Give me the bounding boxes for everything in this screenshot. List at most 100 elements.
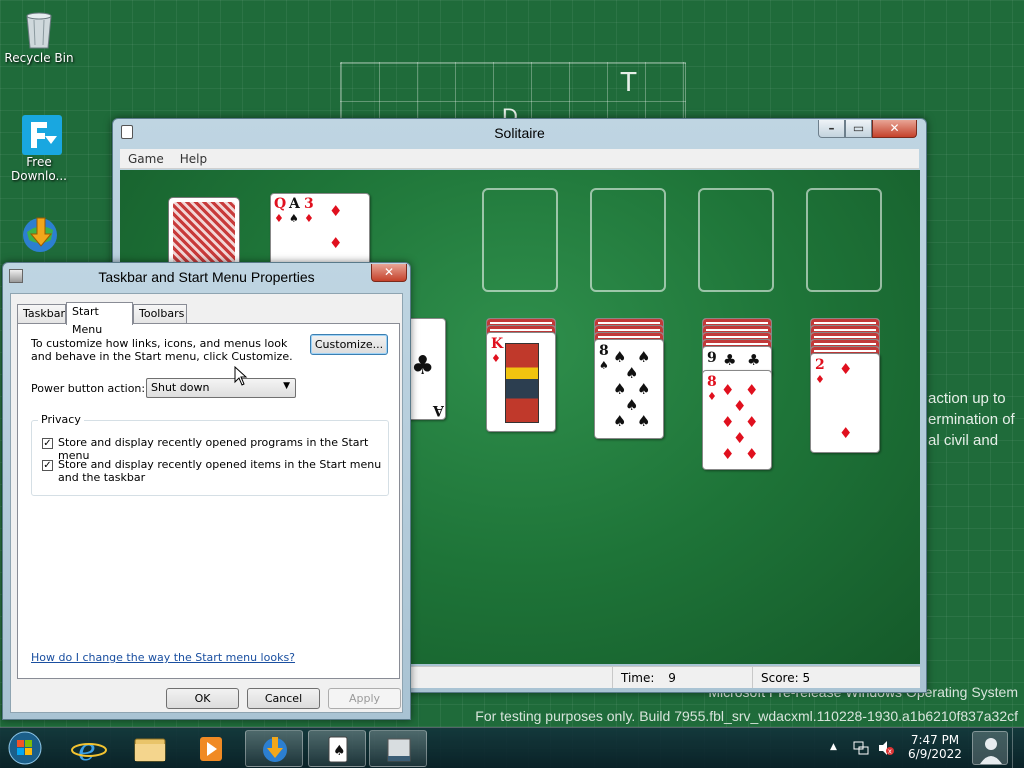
foundation-slot-2[interactable] [590, 188, 666, 292]
menu-game[interactable]: Game [120, 149, 172, 169]
ok-button[interactable]: OK [166, 688, 239, 709]
tableau-card-col3[interactable]: 8 ♠ ♠ ♠ ♠ ♠ ♠ ♠ ♠ ♠ [594, 339, 664, 439]
card-pip: ♠ [613, 412, 627, 430]
minimize-button[interactable]: – [818, 120, 845, 138]
card-pip: ♦ [329, 234, 343, 252]
clock[interactable]: 7:47 PM 6/9/2022 [904, 733, 966, 761]
taskbar-media-player[interactable] [182, 730, 240, 767]
dialog-body: Taskbar Start Menu Toolbars To customize… [10, 293, 403, 713]
card-rank: 2 [815, 357, 825, 373]
apply-button[interactable]: Apply [328, 688, 401, 709]
card-pip: ♦ [839, 424, 853, 442]
show-hidden-icons-button[interactable]: ▲ [830, 742, 837, 752]
tableau-card-col5[interactable]: 2 ♦ ♦ ♦ [810, 353, 880, 453]
cancel-button[interactable]: Cancel [247, 688, 320, 709]
taskbar-settings-icon [387, 738, 411, 762]
clock-time: 7:47 PM [910, 733, 960, 747]
help-link[interactable]: How do I change the way the Start menu l… [31, 651, 295, 664]
idm-shortcut[interactable] [4, 214, 74, 257]
waste-card-suit: ♦ [274, 212, 284, 225]
svg-text:e: e [78, 733, 96, 767]
network-icon[interactable] [852, 740, 870, 756]
privacy-label: Privacy [38, 413, 84, 426]
card-pip: ♠ [625, 364, 639, 382]
card-suit: ♠ [599, 359, 609, 372]
card-pip: ♦ [721, 413, 735, 431]
tab-start-menu[interactable]: Start Menu [66, 302, 133, 336]
background-text-line1: action up to [928, 390, 1006, 407]
tableau-card-col4[interactable]: 8 ♦ ♦ ♦ ♦ ♦ ♦ ♦ ♦ ♦ [702, 370, 772, 470]
folder-icon [134, 738, 166, 762]
user-avatar[interactable] [972, 731, 1008, 765]
volume-muted-icon[interactable]: x [877, 740, 895, 756]
internet-explorer-icon: e [71, 733, 107, 768]
foundation-slot-1[interactable] [482, 188, 558, 292]
time-panel: Time: 9 [612, 667, 752, 688]
recycle-bin-shortcut[interactable]: Recycle Bin [4, 8, 74, 65]
waste-card-suit: ♠ [289, 212, 299, 225]
mouse-cursor-icon [234, 366, 248, 386]
score-panel: Score: 5 [752, 667, 920, 688]
taskbar: e ♠ ▲ x 7:47 PM 6/9/2022 [0, 727, 1024, 768]
tab-taskbar[interactable]: Taskbar [17, 304, 66, 324]
taskbar-explorer[interactable] [121, 730, 179, 767]
start-menu-panel: To customize how links, icons, and menus… [17, 323, 400, 679]
dialog-title: Taskbar and Start Menu Properties [98, 269, 315, 285]
close-button[interactable]: ✕ [872, 120, 917, 138]
card-pip: ♠ [625, 396, 639, 414]
taskbar-ie[interactable]: e [60, 730, 118, 768]
chevron-down-icon: ▼ [283, 381, 290, 391]
free-download-label: Free Downlo... [11, 155, 67, 183]
waste-card-rank: 3 [304, 196, 314, 212]
waste-card-suit: ♦ [304, 212, 314, 225]
customize-button[interactable]: Customize... [310, 334, 388, 355]
card-pip: ♦ [745, 413, 759, 431]
taskbar-properties[interactable] [369, 730, 427, 767]
card-suit: ♦ [491, 352, 501, 365]
solitaire-menu-bar: Game Help [120, 149, 919, 169]
user-icon [980, 738, 1002, 764]
windows-orb-icon [8, 731, 42, 765]
svg-text:x: x [888, 748, 892, 756]
card-pip: ♣ [723, 351, 737, 369]
recent-items-checkbox[interactable]: ✓ [42, 460, 53, 471]
tableau-card-col2[interactable]: K ♦ [486, 332, 556, 432]
card-pip: ♦ [733, 429, 747, 447]
card-pip: ♦ [329, 202, 343, 220]
recent-items-label[interactable]: Store and display recently opened items … [58, 458, 383, 484]
menu-help[interactable]: Help [172, 149, 215, 169]
recycle-bin-icon [19, 8, 59, 49]
start-button[interactable] [4, 730, 46, 767]
card-rank: K [491, 336, 504, 352]
power-button-select[interactable]: Shut down ▼ [146, 378, 296, 398]
card-pip: ♠ [613, 380, 627, 398]
playing-card-icon: ♠ [328, 736, 348, 763]
card-pip: ♣ [747, 351, 761, 369]
globe-download-icon [19, 214, 59, 254]
maximize-button[interactable]: ▭ [845, 120, 872, 138]
clock-date: 6/9/2022 [908, 747, 962, 761]
svg-text:♠: ♠ [333, 743, 346, 759]
taskbar-solitaire[interactable]: ♠ [308, 730, 366, 767]
customize-description: To customize how links, icons, and menus… [31, 337, 293, 363]
waste-card-rank: A [289, 196, 300, 212]
foundation-slot-4[interactable] [806, 188, 882, 292]
card-pip: ♦ [745, 381, 759, 399]
card-rank: 8 [599, 343, 609, 359]
globe-download-icon [263, 737, 287, 762]
king-face-art [505, 343, 539, 423]
card-suit: ♦ [707, 390, 717, 403]
media-player-icon [200, 737, 222, 761]
show-desktop-button[interactable] [1012, 728, 1024, 768]
tab-toolbars[interactable]: Toolbars [133, 304, 187, 324]
background-text-line2: ermination of [928, 411, 1015, 428]
taskbar-idm[interactable] [245, 730, 303, 767]
recent-programs-checkbox[interactable]: ✓ [42, 438, 53, 449]
download-manager-icon [19, 112, 62, 155]
foundation-slot-3[interactable] [698, 188, 774, 292]
taskbar-properties-dialog[interactable]: Taskbar and Start Menu Properties ✕ Task… [2, 262, 411, 720]
card-pip: ♦ [733, 397, 747, 415]
card-pip: ♠ [637, 380, 651, 398]
free-download-shortcut[interactable]: Free Downlo... [4, 112, 74, 183]
dialog-close-button[interactable]: ✕ [371, 264, 407, 282]
